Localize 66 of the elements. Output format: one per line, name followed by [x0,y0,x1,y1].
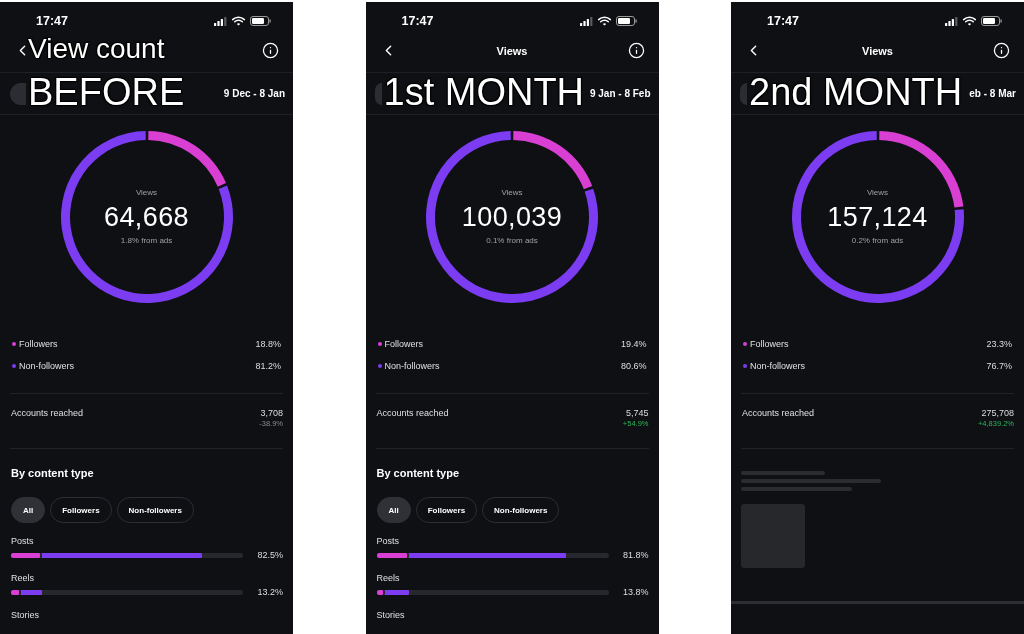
metric-label: Accounts reached [742,407,815,419]
filter-chip[interactable]: All [11,497,46,523]
date-range-text: eb - 8 Mar [969,88,1016,99]
info-icon[interactable] [993,42,1010,59]
section-title: By content type [11,466,95,480]
overlay-caption: View count [28,35,165,63]
legend-value: 76.7% [986,360,1012,372]
metric-value: 275,708 [981,407,1014,419]
content-type-label: Reels [376,572,401,584]
bar-value: 82.5% [256,550,283,560]
legend-label: Followers [750,338,789,350]
battery-icon [615,16,637,26]
ads-share-text: 0.1% from ads [486,236,538,246]
skeleton-block [741,504,805,568]
legend-value: 80.6% [620,360,647,372]
metric-value: 3,708 [260,407,283,419]
signal-icon [579,16,593,26]
status-time: 17:47 [767,14,799,28]
legend-value: 23.3% [986,338,1012,350]
info-icon[interactable] [627,42,645,59]
bar-value: 13.2% [256,587,283,597]
wifi-icon [597,16,611,26]
content-type-label: Reels [11,572,35,584]
signal-icon [214,16,227,26]
overlay-caption: 2nd MONTH [749,73,963,111]
wifi-icon [963,16,976,26]
views-count: 64,668 [104,202,189,232]
metric-label: Accounts reached [11,407,84,419]
section-title: By content type [376,466,460,480]
ads-share-text: 1.8% from ads [120,236,173,246]
screen-title: Views [862,44,893,57]
legend-value: 19.4% [620,338,647,350]
legend-value: 81.2% [255,360,281,372]
content-type-label: Posts [376,535,400,547]
legend-label: Followers [19,338,58,350]
content-type-label: Stories [376,609,406,621]
legend-label: Non-followers [750,360,806,372]
legend-label: Non-followers [384,360,440,372]
legend-value: 18.8% [255,338,281,350]
status-time: 17:47 [401,14,434,28]
chart-label: Views [866,188,889,198]
legend-label: Non-followers [19,360,75,372]
metric-value: 5,745 [625,407,649,419]
metric-label: Accounts reached [376,407,449,419]
chart-label: Views [501,188,523,198]
bar-value: 13.8% [621,587,649,597]
chart-label: Views [135,188,158,198]
content-type-label: Posts [11,535,35,547]
wifi-icon [232,16,245,26]
ads-share-text: 0.2% from ads [851,236,904,246]
bar-value: 81.8% [621,550,649,560]
screen-title: Views [496,44,528,57]
date-range-text: 9 Jan - 8 Feb [589,88,651,99]
overlay-caption: BEFORE [28,73,185,111]
overlay-caption: 1st MONTH [383,73,585,111]
date-range-text: 9 Dec - 8 Jan [223,88,285,99]
views-count: 100,039 [461,202,563,232]
signal-icon [945,16,958,26]
legend-label: Followers [384,338,423,350]
status-time: 17:47 [36,14,68,28]
views-count: 157,124 [827,202,928,232]
battery-icon [981,16,1002,26]
content-type-label: Stories [11,609,40,621]
filter-chip[interactable]: All [376,497,411,523]
battery-icon [250,16,271,26]
info-icon[interactable] [262,42,279,59]
